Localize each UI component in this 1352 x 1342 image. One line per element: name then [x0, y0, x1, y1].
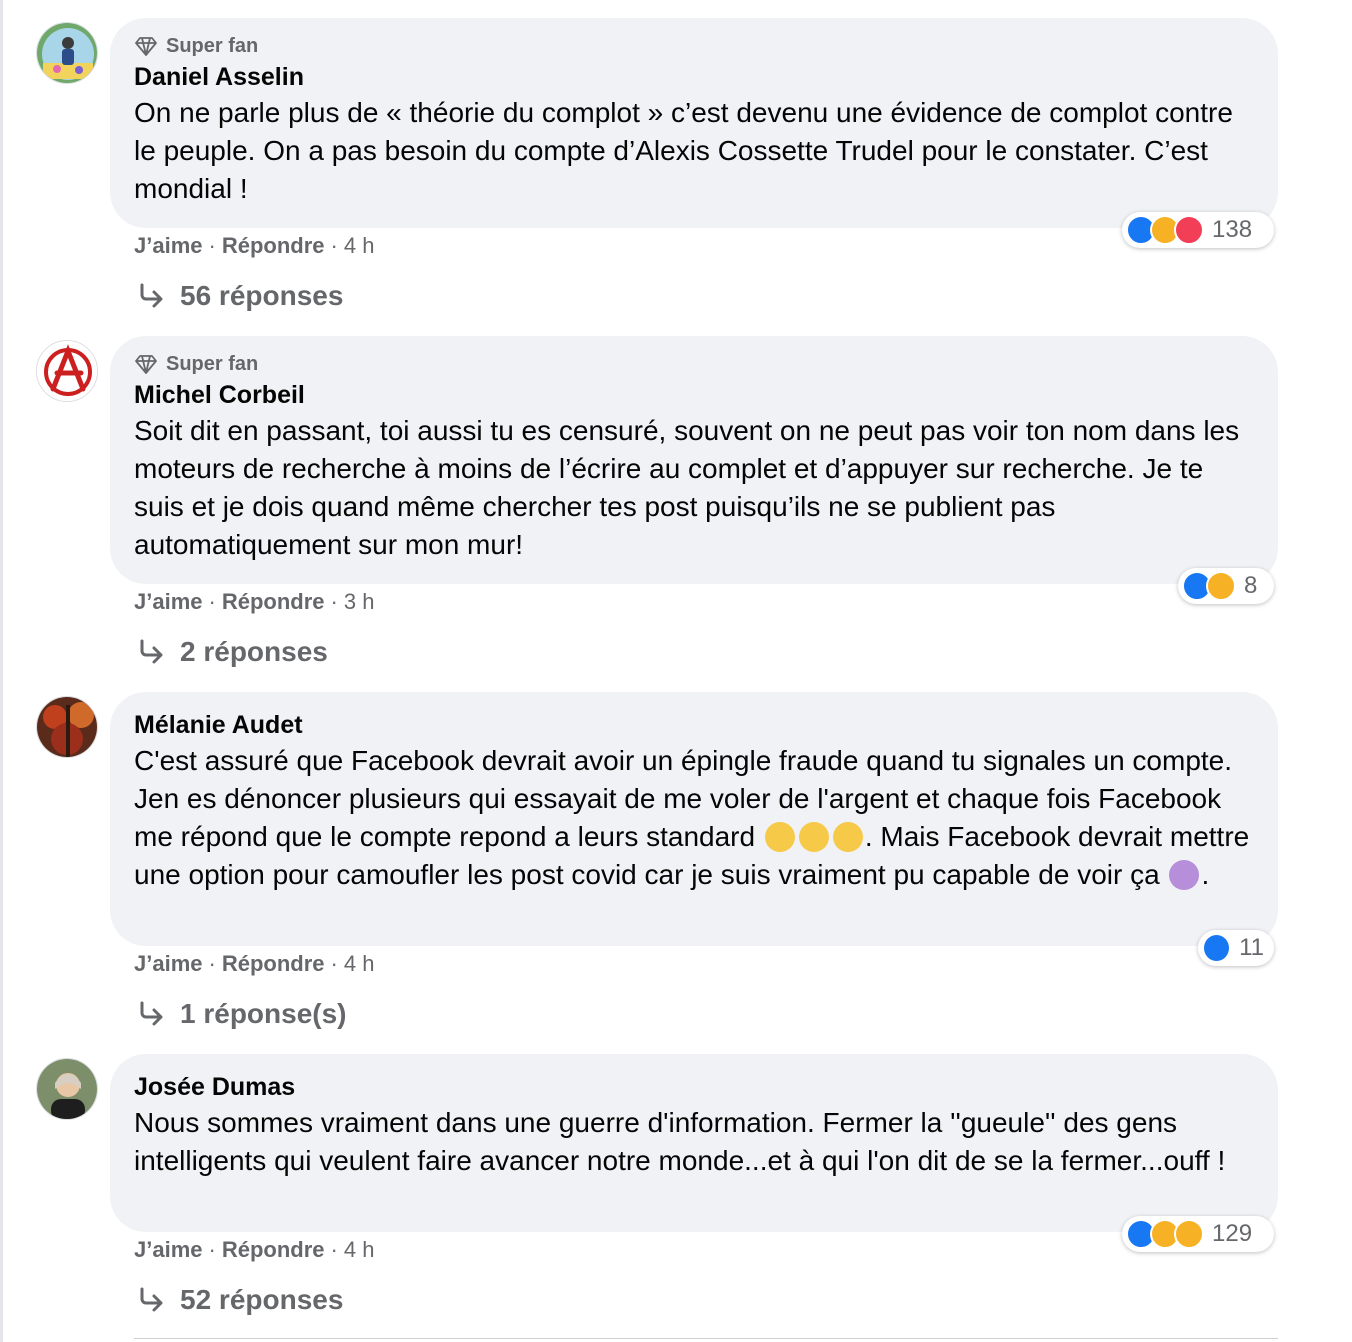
reaction-count: 8: [1244, 572, 1258, 599]
reaction-count: 129: [1212, 1220, 1253, 1247]
avatar[interactable]: [36, 340, 98, 402]
separator-dot: ·: [330, 233, 338, 258]
timestamp[interactable]: 4 h: [344, 1237, 375, 1262]
replies-count: 56 réponses: [180, 280, 344, 311]
like-link[interactable]: J’aime: [134, 233, 203, 258]
comment-text: Nous sommes vraiment dans une guerre d'i…: [134, 1107, 1226, 1176]
super-fan-badge: Super fan: [134, 32, 1254, 60]
reaction-summary[interactable]: 138: [1122, 212, 1274, 248]
comment-bubble: Josée Dumas Nous sommes vraiment dans un…: [110, 1054, 1278, 1232]
reply-arrow-icon: [140, 1001, 163, 1026]
eye-roll-emoji: [798, 822, 829, 852]
badge-label: Super fan: [166, 34, 259, 57]
avatar[interactable]: [36, 22, 98, 84]
reply-arrow-icon: [140, 1287, 163, 1312]
reaction-summary[interactable]: 8: [1178, 568, 1274, 604]
separator-dot: ·: [208, 1237, 216, 1262]
reply-arrow-icon: [140, 639, 163, 664]
reaction-summary[interactable]: 11: [1198, 930, 1274, 966]
avatar[interactable]: [36, 1058, 98, 1120]
separator-dot: ·: [330, 951, 338, 976]
like-link[interactable]: J’aime: [134, 951, 203, 976]
care-reaction-icon: [1174, 1219, 1204, 1249]
timestamp[interactable]: 4 h: [344, 233, 375, 258]
comment-actions: J’aime · Répondre · 4 h: [134, 231, 374, 261]
like-reaction-icon: [1202, 933, 1232, 963]
reply-link[interactable]: Répondre: [222, 951, 325, 976]
comment-bubble: Super fan Michel Corbeil Soit dit en pas…: [110, 336, 1278, 584]
replies-count: 1 réponse(s): [180, 998, 347, 1029]
love-reaction-icon: [1174, 215, 1204, 245]
eye-roll-emoji: [764, 822, 795, 852]
comment-text: Soit dit en passant, toi aussi tu es cen…: [134, 415, 1240, 560]
view-replies-link[interactable]: 1 réponse(s): [136, 998, 347, 1030]
replies-count: 52 réponses: [180, 1284, 344, 1315]
comment-bubble: Mélanie Audet C'est assuré que Facebook …: [110, 692, 1278, 946]
like-link[interactable]: J’aime: [134, 589, 203, 614]
bottom-divider: [134, 1338, 1278, 1339]
reaction-count: 11: [1239, 934, 1264, 961]
like-link[interactable]: J’aime: [134, 1237, 203, 1262]
comment-text: C'est assuré que Facebook devrait avoir …: [134, 742, 1254, 894]
reaction-count: 138: [1212, 216, 1253, 243]
separator-dot: ·: [208, 589, 216, 614]
comment-actions: J’aime · Répondre · 4 h: [134, 949, 374, 979]
comment-bubble: Super fan Daniel Asselin On ne parle plu…: [110, 18, 1278, 228]
super-fan-badge: Super fan: [134, 350, 1254, 378]
separator-dot: ·: [330, 589, 338, 614]
comment-text-part: .: [1201, 859, 1210, 890]
reply-link[interactable]: Répondre: [222, 233, 325, 258]
separator-dot: ·: [208, 233, 216, 258]
reply-link[interactable]: Répondre: [222, 589, 325, 614]
diamond-icon: [135, 355, 157, 374]
avatar[interactable]: [36, 696, 98, 758]
comment-author[interactable]: Daniel Asselin: [134, 60, 1254, 94]
separator-dot: ·: [330, 1237, 338, 1262]
comment-author[interactable]: Mélanie Audet: [134, 708, 1254, 742]
haha-reaction-icon: [1206, 571, 1236, 601]
view-replies-link[interactable]: 52 réponses: [136, 1284, 343, 1316]
left-divider: [0, 0, 3, 1342]
reaction-summary[interactable]: 129: [1122, 1216, 1274, 1252]
reply-link[interactable]: Répondre: [222, 1237, 325, 1262]
facepalm-emoji: [1169, 860, 1200, 890]
comment-actions: J’aime · Répondre · 4 h: [134, 1235, 374, 1265]
eye-roll-emoji: [832, 822, 863, 852]
badge-label: Super fan: [166, 352, 259, 375]
timestamp[interactable]: 4 h: [344, 951, 375, 976]
separator-dot: ·: [208, 951, 216, 976]
comment-author[interactable]: Josée Dumas: [134, 1070, 1254, 1104]
view-replies-link[interactable]: 56 réponses: [136, 280, 343, 312]
comment-actions: J’aime · Répondre · 3 h: [134, 587, 374, 617]
timestamp[interactable]: 3 h: [344, 589, 375, 614]
comment-author[interactable]: Michel Corbeil: [134, 378, 1254, 412]
view-replies-link[interactable]: 2 réponses: [136, 636, 328, 668]
reply-arrow-icon: [140, 283, 163, 308]
comment-text: On ne parle plus de « théorie du complot…: [134, 97, 1233, 204]
replies-count: 2 réponses: [180, 636, 328, 667]
diamond-icon: [135, 37, 157, 56]
